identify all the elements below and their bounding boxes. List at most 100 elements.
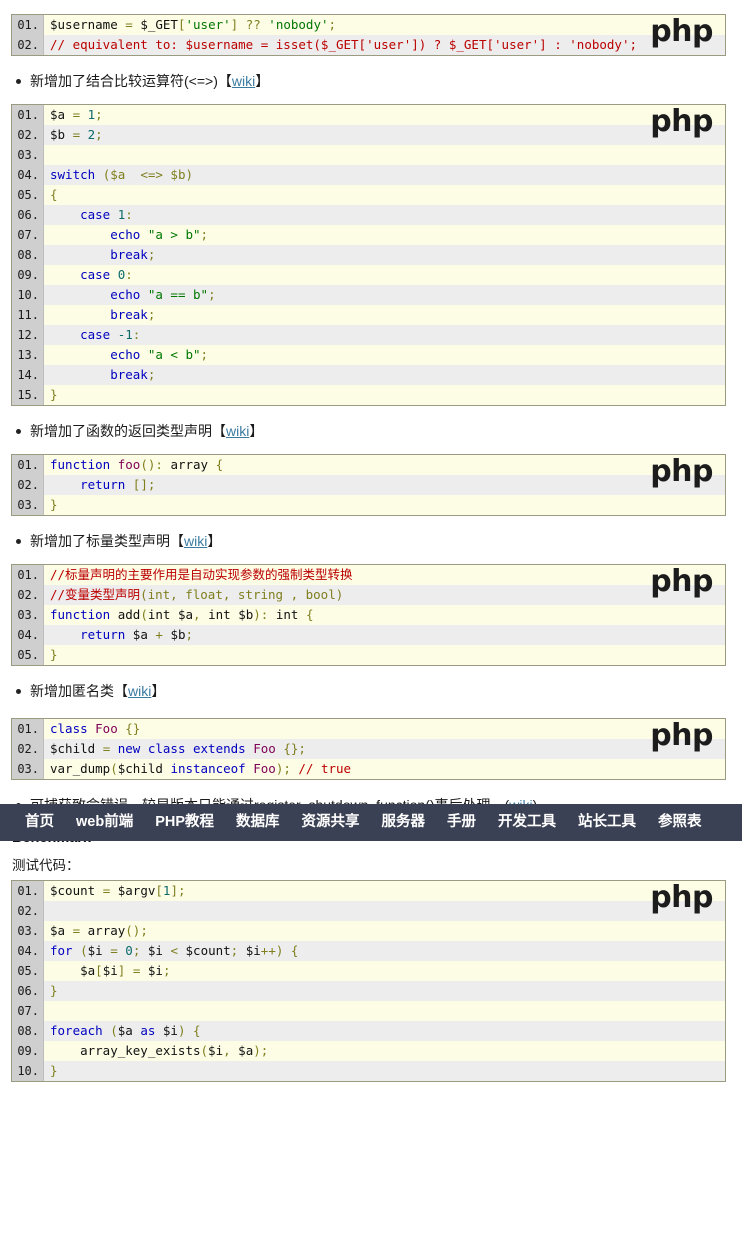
code-text[interactable]: }: [44, 385, 725, 405]
code-token: ];: [170, 883, 186, 898]
line-number: 05.: [12, 645, 44, 665]
code-text[interactable]: [44, 1001, 725, 1021]
code-token: foreach: [50, 1023, 111, 1038]
line-number: 15.: [12, 385, 44, 405]
code-line: 01. class Foo {}: [12, 719, 725, 739]
code-text[interactable]: $b = 2;: [44, 125, 725, 145]
code-token: $argv: [117, 883, 156, 898]
code-token: ;: [132, 943, 148, 958]
code-text[interactable]: break;: [44, 305, 725, 325]
code-line: 02. return [];: [12, 475, 725, 495]
code-text[interactable]: var_dump($child instanceof Foo); // true: [44, 759, 725, 779]
bullet-text: 新增加了结合比较运算符(<=>): [30, 73, 218, 89]
code-text[interactable]: // equivalent to: $username = isset($_GE…: [44, 35, 725, 55]
line-number: 04.: [12, 941, 44, 961]
line-number: 02.: [12, 35, 44, 55]
line-number: 01.: [12, 455, 44, 475]
code-text[interactable]: echo "a < b";: [44, 345, 725, 365]
nav-item-10[interactable]: 参照表: [647, 804, 713, 841]
code-token: var_dump: [50, 761, 111, 776]
code-block-anonymous-class: php 01. class Foo {} 02. $child = new class…: [11, 718, 726, 780]
code-text[interactable]: {: [44, 185, 725, 205]
code-text[interactable]: class Foo {}: [44, 719, 725, 739]
wiki-link[interactable]: wiki: [232, 73, 255, 89]
line-number: 10.: [12, 285, 44, 305]
wiki-link[interactable]: wiki: [226, 423, 249, 439]
code-token: 'user': [185, 17, 231, 32]
code-text[interactable]: function foo(): array {: [44, 455, 725, 475]
line-number: 02.: [12, 585, 44, 605]
nav-item-4[interactable]: 数据库: [225, 804, 291, 841]
code-text[interactable]: foreach ($a as $i) {: [44, 1021, 725, 1041]
code-text[interactable]: $a = 1;: [44, 105, 725, 125]
code-token: $a: [117, 1023, 141, 1038]
code-token: }: [50, 387, 58, 402]
code-token: Foo: [253, 741, 284, 756]
nav-item-1[interactable]: 首页: [14, 804, 65, 841]
line-number: 04.: [12, 165, 44, 185]
nav-item-7[interactable]: 手册: [436, 804, 487, 841]
code-text[interactable]: $a = array();: [44, 921, 725, 941]
code-text[interactable]: break;: [44, 245, 725, 265]
nav-item-9[interactable]: 站长工具: [567, 804, 647, 841]
code-text[interactable]: $a[$i] = $i;: [44, 961, 725, 981]
code-line: 03. var_dump($child instanceof Foo); // t…: [12, 759, 725, 779]
code-text[interactable]: case 1:: [44, 205, 725, 225]
code-token: =: [102, 883, 118, 898]
line-number: 02.: [12, 739, 44, 759]
code-block-spaceship-switch: php 01. $a = 1; 02. $b = 2; 03. 04. switch ($…: [11, 104, 726, 406]
code-text[interactable]: function add(int $a, int $b): int {: [44, 605, 725, 625]
nav-item-6[interactable]: 服务器: [371, 804, 437, 841]
code-line: 03.}: [12, 495, 725, 515]
nav-item-2[interactable]: web前端: [65, 804, 144, 841]
code-token: :: [132, 327, 141, 342]
code-token: $a: [50, 923, 73, 938]
code-token: :: [155, 457, 171, 472]
code-token: for: [50, 943, 81, 958]
line-number: 11.: [12, 305, 44, 325]
code-token: <: [170, 943, 186, 958]
code-text[interactable]: $count = $argv[1];: [44, 881, 725, 901]
code-token: $a: [50, 963, 96, 978]
code-text[interactable]: //标量声明的主要作用是自动实现参数的强制类型转换: [44, 565, 725, 585]
code-text[interactable]: [44, 145, 725, 165]
code-line: 15.}: [12, 385, 725, 405]
code-token: }: [50, 647, 58, 662]
wiki-link[interactable]: wiki: [184, 533, 207, 549]
code-text[interactable]: return [];: [44, 475, 725, 495]
code-token: add: [117, 607, 141, 622]
code-text[interactable]: array_key_exists($i, $a);: [44, 1041, 725, 1061]
nav-item-8[interactable]: 开发工具: [487, 804, 567, 841]
line-number: 01.: [12, 15, 44, 35]
code-token: $i: [147, 943, 171, 958]
code-text[interactable]: return $a + $b;: [44, 625, 725, 645]
code-text[interactable]: }: [44, 645, 725, 665]
code-text[interactable]: }: [44, 1061, 725, 1081]
code-token: [];: [132, 477, 156, 492]
bullet-group-return-type: 新增加了函数的返回类型声明【wiki】: [0, 420, 742, 442]
code-text[interactable]: case -1:: [44, 325, 725, 345]
code-token: echo: [50, 227, 148, 242]
code-text[interactable]: switch ($a <=> $b): [44, 165, 725, 185]
code-text[interactable]: //变量类型声明(int, float, string , bool): [44, 585, 725, 605]
code-text[interactable]: [44, 901, 725, 921]
code-token: [: [155, 883, 163, 898]
code-text[interactable]: $username = $_GET['user'] ?? 'nobody';: [44, 15, 725, 35]
code-text[interactable]: $child = new class extends Foo {};: [44, 739, 725, 759]
line-number: 03.: [12, 921, 44, 941]
nav-item-3[interactable]: PHP教程: [144, 804, 225, 841]
nav-item-5[interactable]: 资源共享: [291, 804, 371, 841]
code-text[interactable]: }: [44, 495, 725, 515]
code-text[interactable]: break;: [44, 365, 725, 385]
code-line: 07. echo "a > b";: [12, 225, 725, 245]
code-text[interactable]: for ($i = 0; $i < $count; $i++) {: [44, 941, 725, 961]
code-token: function: [50, 457, 118, 472]
code-text[interactable]: echo "a == b";: [44, 285, 725, 305]
code-text[interactable]: echo "a > b";: [44, 225, 725, 245]
code-text[interactable]: }: [44, 981, 725, 1001]
code-token: //标量声明的主要作用是自动实现参数的强制类型转换: [50, 567, 353, 582]
code-line: 05.}: [12, 645, 725, 665]
code-text[interactable]: case 0:: [44, 265, 725, 285]
wiki-link[interactable]: wiki: [128, 683, 151, 699]
bracket-close: 】: [207, 533, 222, 549]
